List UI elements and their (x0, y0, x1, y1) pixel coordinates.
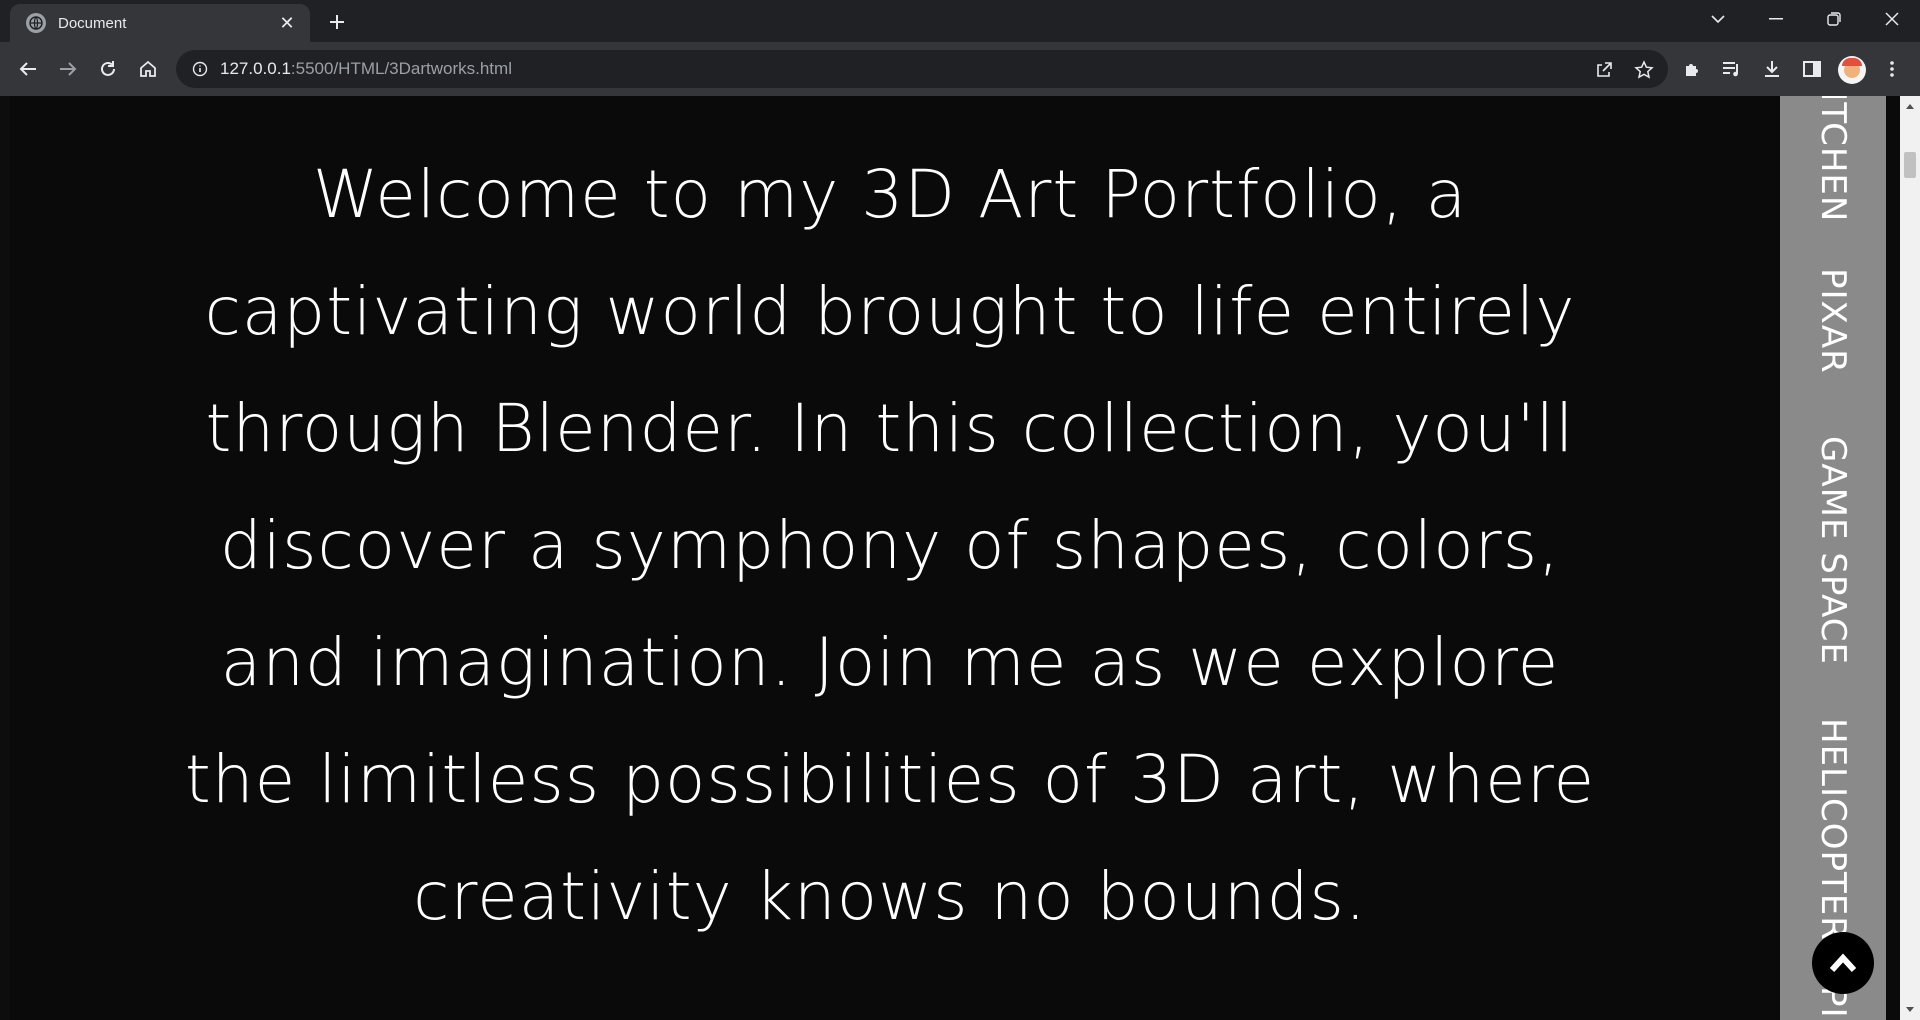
browser-menu-icon[interactable] (1876, 53, 1908, 85)
globe-icon (26, 13, 46, 33)
scrollbar-thumb[interactable] (1904, 152, 1916, 178)
new-tab-button[interactable] (322, 7, 352, 37)
home-icon[interactable] (132, 53, 164, 85)
back-arrow-icon[interactable] (12, 53, 44, 85)
side-nav-pixar[interactable]: PIXAR (1780, 268, 1886, 374)
url-text: 127.0.0.1:5500/HTML/3Dartworks.html (220, 59, 512, 79)
close-window-icon[interactable] (1864, 0, 1920, 38)
extensions-puzzle-icon[interactable] (1676, 53, 1708, 85)
browser-toolbar: 127.0.0.1:5500/HTML/3Dartworks.html (0, 42, 1920, 96)
profile-avatar[interactable] (1838, 56, 1866, 84)
share-icon[interactable] (1590, 56, 1618, 84)
media-playlist-icon[interactable] (1716, 53, 1748, 85)
address-bar[interactable]: 127.0.0.1:5500/HTML/3Dartworks.html (176, 50, 1668, 88)
scroll-up-arrow-icon[interactable] (1900, 96, 1920, 116)
url-host: 127.0.0.1 (220, 59, 291, 78)
minimize-icon[interactable] (1748, 0, 1804, 38)
scroll-down-arrow-icon[interactable] (1900, 1000, 1920, 1020)
browser-tab[interactable]: Document ✕ (10, 4, 310, 42)
tab-title: Document (58, 14, 127, 32)
tab-search-icon[interactable] (1690, 0, 1746, 38)
chevron-up-icon (1829, 953, 1857, 973)
tab-strip: Document ✕ (0, 0, 1920, 42)
scroll-to-top-button[interactable] (1812, 932, 1874, 994)
reload-icon[interactable] (92, 53, 124, 85)
vertical-side-nav: KITCHEN PIXAR GAME SPACE HELICOPTER PI (1780, 96, 1886, 1020)
side-panel-icon[interactable] (1796, 53, 1828, 85)
site-info-icon[interactable] (190, 59, 210, 79)
page-viewport: Welcome to my 3D Art Portfolio, a captiv… (0, 96, 1920, 1020)
url-path: :5500/HTML/3Dartworks.html (290, 59, 512, 78)
side-nav-label: KITCHEN (1813, 96, 1853, 223)
restore-icon[interactable] (1806, 0, 1862, 38)
bookmark-star-icon[interactable] (1630, 56, 1658, 84)
close-tab-icon[interactable]: ✕ (276, 12, 298, 34)
side-nav-label: GAME SPACE (1813, 436, 1853, 666)
download-icon[interactable] (1756, 53, 1788, 85)
side-nav-label: HELICOPTER (1813, 718, 1853, 941)
side-nav-game-space[interactable]: GAME SPACE (1780, 436, 1886, 665)
intro-paragraph: Welcome to my 3D Art Portfolio, a captiv… (184, 156, 1596, 935)
side-nav-helicopter[interactable]: HELICOPTER (1780, 718, 1886, 941)
page-scrollbar[interactable] (1900, 96, 1920, 1020)
side-nav-label: PIXAR (1813, 268, 1853, 374)
forward-arrow-icon[interactable] (52, 53, 84, 85)
page-left-edge (0, 96, 10, 1020)
side-nav-kitchen[interactable]: KITCHEN (1780, 96, 1886, 222)
